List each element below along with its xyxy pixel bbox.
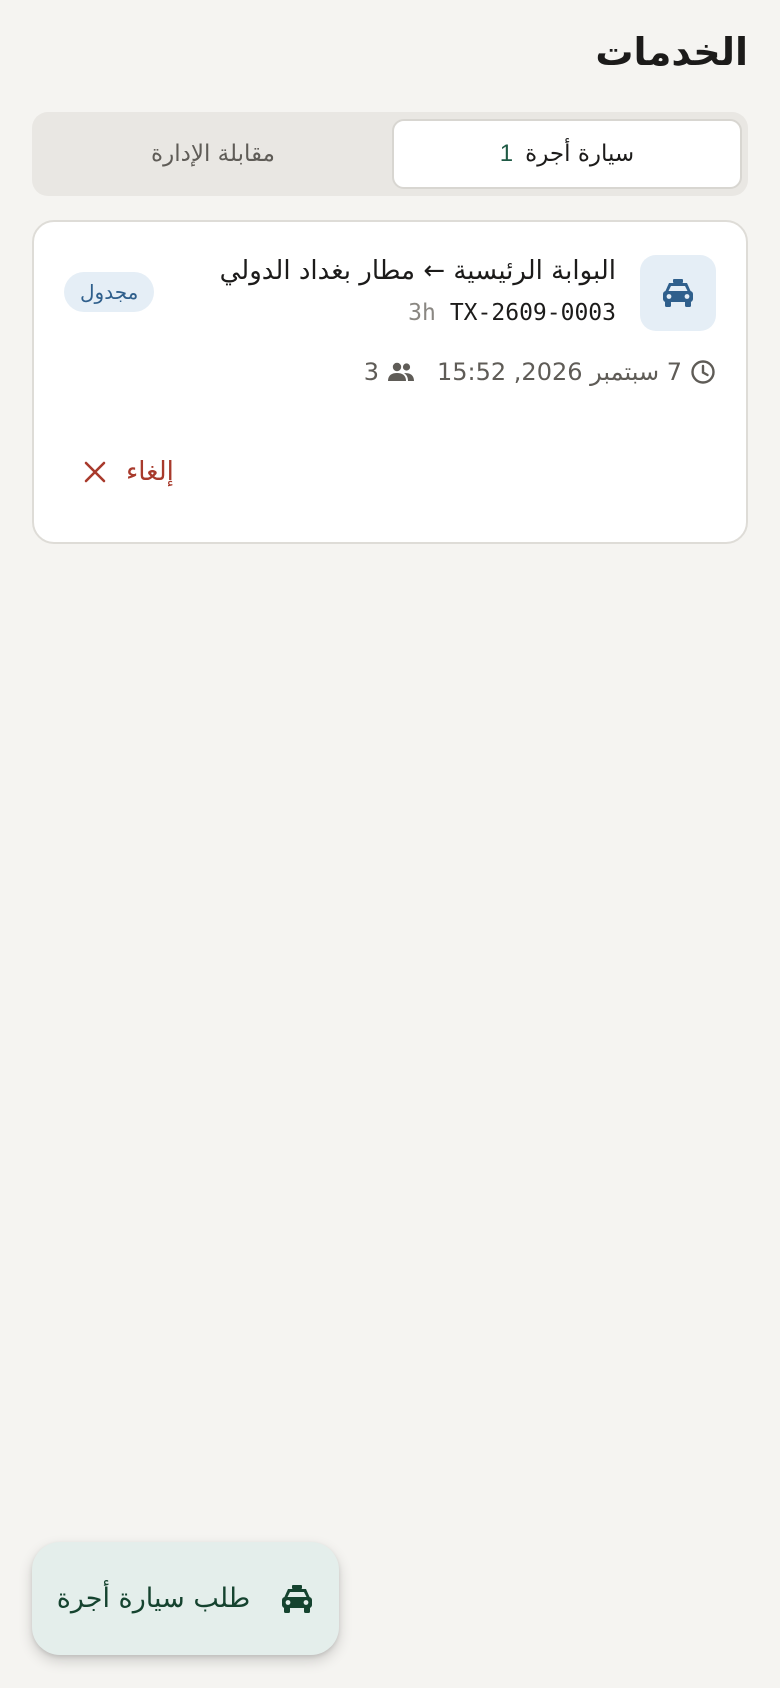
request-taxi-label: طلب سيارة أجرة bbox=[56, 1583, 251, 1614]
trip-datetime-text: 7 سبتمبر 2026, 15:52 bbox=[436, 358, 682, 386]
trip-icon-tile bbox=[640, 255, 716, 331]
service-tabs: سيارة أجرة 1 مقابلة الإدارة bbox=[32, 112, 748, 196]
cancel-button[interactable]: إلغاء bbox=[84, 444, 174, 500]
status-badge: مجدول bbox=[64, 272, 155, 312]
trip-datetime: 7 سبتمبر 2026, 15:52 bbox=[437, 358, 716, 386]
taxi-icon bbox=[280, 1583, 314, 1615]
people-icon bbox=[387, 361, 415, 383]
trip-details: 7 سبتمبر 2026, 15:52 3 bbox=[364, 358, 716, 386]
tab-taxi-count: 1 bbox=[499, 140, 514, 167]
trip-passengers-count: 3 bbox=[363, 358, 379, 386]
tab-taxi-label: سيارة أجرة bbox=[525, 141, 635, 167]
request-taxi-button[interactable]: طلب سيارة أجرة bbox=[32, 1542, 339, 1655]
clock-icon bbox=[690, 359, 716, 385]
trip-id: TX-2609-0003 bbox=[449, 300, 616, 326]
trip-age: 3h bbox=[408, 300, 436, 326]
page-title: الخدمات bbox=[595, 30, 748, 74]
trip-card[interactable]: البوابة الرئيسية ← مطار بغداد الدولي 3h … bbox=[32, 220, 748, 544]
tab-meeting-label: مقابلة الإدارة bbox=[151, 141, 275, 167]
tab-meeting[interactable]: مقابلة الإدارة bbox=[38, 119, 388, 189]
tab-taxi[interactable]: سيارة أجرة 1 bbox=[392, 119, 742, 189]
trip-route: البوابة الرئيسية ← مطار بغداد الدولي bbox=[219, 256, 616, 286]
trip-meta: 3h TX-2609-0003 bbox=[408, 300, 616, 326]
close-icon bbox=[84, 461, 106, 483]
cancel-label: إلغاء bbox=[126, 457, 174, 487]
trip-passengers: 3 bbox=[364, 358, 415, 386]
taxi-icon bbox=[661, 278, 695, 308]
